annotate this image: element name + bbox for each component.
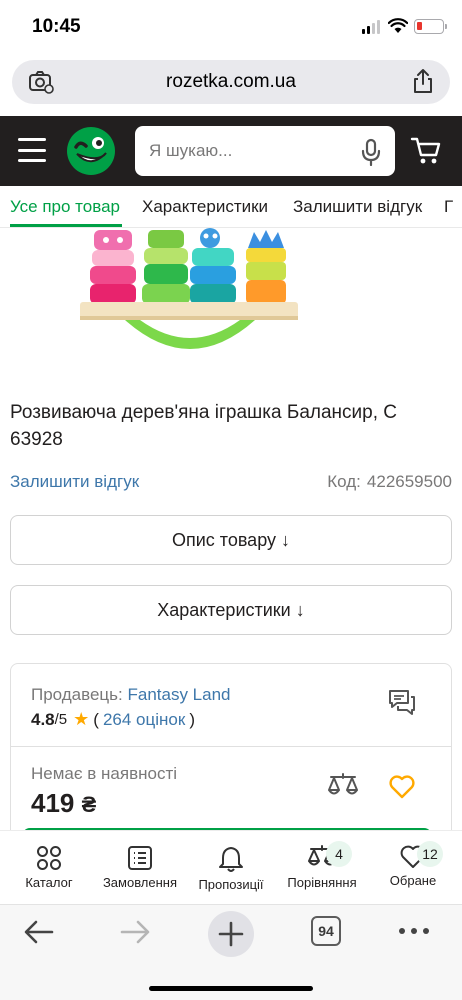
tab-about[interactable]: Усе про товар	[10, 197, 120, 217]
menu-icon[interactable]	[18, 138, 46, 162]
more-icon[interactable]	[398, 927, 430, 935]
wifi-icon	[388, 18, 408, 33]
back-icon[interactable]	[24, 919, 54, 945]
nav-offers[interactable]: Пропозиції	[186, 845, 276, 892]
address-bar[interactable]: rozetka.com.ua	[12, 60, 450, 104]
tab-next[interactable]: Г	[444, 197, 453, 217]
product-code-value: 422659500	[366, 472, 452, 491]
leave-review-link[interactable]: Залишити відгук	[10, 472, 139, 492]
product-title: Розвиваюча дерев'яна іграшка Балансир, С…	[10, 402, 398, 450]
rating-value: 4.8	[31, 709, 55, 729]
product-tabs: Усе про товар Характеристики Залишити ві…	[0, 186, 462, 228]
tabs-count-button[interactable]: 94	[311, 916, 341, 946]
seller-rating: 4.8/5 ★ (264 оцінок)	[31, 709, 195, 730]
product-code-label: Код:	[327, 472, 361, 491]
tab-leave-review[interactable]: Залишити відгук	[293, 197, 422, 217]
currency: ₴	[81, 792, 97, 817]
site-header: Я шукаю...	[0, 116, 462, 186]
forward-icon[interactable]	[120, 919, 150, 945]
catalog-icon	[37, 846, 61, 870]
seller-label: Продавець:	[31, 685, 123, 704]
description-button[interactable]: Опис товару ↓	[10, 515, 452, 565]
seller-name-link[interactable]: Fantasy Land	[127, 685, 230, 704]
battery-icon	[414, 19, 447, 34]
characteristics-button[interactable]: Характеристики ↓	[10, 585, 452, 635]
active-tab-indicator	[10, 224, 122, 227]
nav-label: Замовлення	[102, 875, 178, 890]
search-input[interactable]: Я шукаю...	[135, 126, 395, 176]
nav-favorites[interactable]: Обране	[368, 845, 458, 888]
nav-catalog[interactable]: Каталог	[4, 845, 94, 890]
nav-label: Обране	[389, 873, 437, 888]
star-icon: ★	[73, 709, 90, 729]
nav-compare[interactable]: Порівняння	[277, 845, 367, 890]
favorite-heart-icon[interactable]	[389, 775, 415, 799]
bell-icon	[219, 847, 243, 872]
nav-label: Пропозиції	[198, 877, 264, 892]
cart-icon[interactable]	[410, 136, 442, 166]
compare-count-badge: 4	[326, 841, 352, 867]
product-price: 419 ₴	[31, 788, 96, 819]
search-placeholder: Я шукаю...	[149, 141, 233, 160]
bottom-navigation: Каталог Замовлення Пропозиції Порівняння…	[0, 830, 462, 904]
home-indicator	[149, 986, 313, 991]
signal-icon	[362, 20, 380, 34]
nav-orders[interactable]: Замовлення	[95, 845, 185, 890]
status-bar: 10:45	[0, 0, 462, 54]
card-divider	[11, 746, 451, 747]
chat-seller-icon[interactable]	[387, 688, 417, 718]
product-image[interactable]	[70, 228, 310, 358]
seller-line: Продавець: Fantasy Land	[31, 685, 231, 705]
compare-icon[interactable]	[327, 772, 359, 800]
availability-status: Немає в наявності	[31, 764, 178, 783]
status-time: 10:45	[32, 16, 81, 37]
plus-icon	[218, 921, 244, 947]
nav-label: Каталог	[25, 875, 73, 890]
rozetka-logo[interactable]	[65, 125, 117, 177]
nav-label: Порівняння	[287, 875, 357, 890]
tab-characteristics[interactable]: Характеристики	[142, 197, 268, 217]
share-icon[interactable]	[412, 68, 434, 94]
product-code: Код: 422659500	[327, 472, 452, 492]
orders-icon	[128, 846, 152, 870]
favorites-count-badge: 12	[417, 841, 443, 867]
rating-max: /5	[54, 711, 68, 728]
new-tab-button[interactable]	[208, 911, 254, 957]
price-value: 419	[31, 788, 75, 818]
rating-count-link[interactable]: 264 оцінок	[103, 710, 185, 730]
url-text[interactable]: rozetka.com.ua	[12, 71, 450, 93]
seller-card: Продавець: Fantasy Land 4.8/5 ★ (264 оці…	[10, 663, 452, 843]
microphone-icon[interactable]	[361, 138, 381, 166]
